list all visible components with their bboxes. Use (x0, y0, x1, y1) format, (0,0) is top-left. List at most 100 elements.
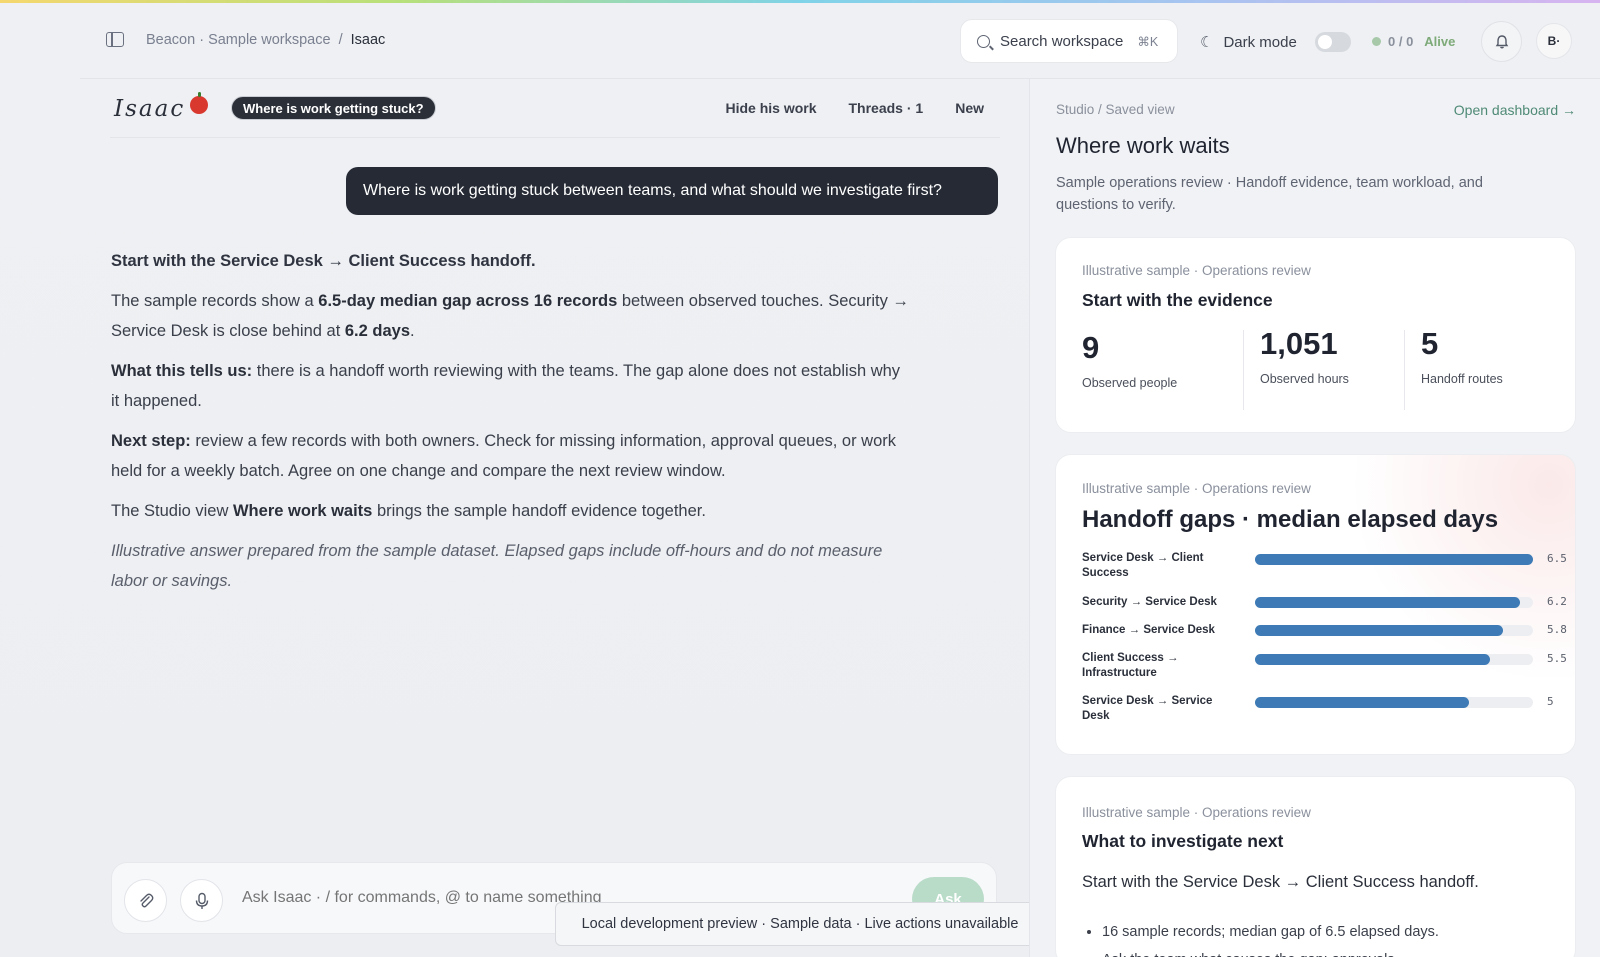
investigate-lead: Start with the Service Desk → Client Suc… (1082, 873, 1479, 891)
bar-label: Service Desk → Client Success (1082, 552, 1204, 579)
card-title: Start with the evidence (1082, 290, 1273, 310)
bar (1255, 625, 1503, 636)
stat-routes: 5 Handoff routes (1421, 326, 1503, 406)
paperclip-icon (139, 893, 153, 907)
bar-track (1255, 597, 1533, 608)
stat-hours: 1,051 Observed hours (1260, 326, 1349, 406)
card-kicker: Illustrative sample · Operations review (1082, 805, 1311, 820)
answer-label: What this tells us: (111, 362, 253, 380)
status-count: 0 / 0 (1388, 34, 1414, 49)
bar-label: Client Success → Infrastructure (1082, 652, 1179, 679)
card-kicker: Illustrative sample · Operations review (1082, 263, 1311, 278)
chart-title: Handoff gaps · median elapsed days (1082, 506, 1499, 533)
top-bar: Beacon · Sample workspace / Isaac Search… (80, 3, 1600, 79)
card-title: What to investigate next (1082, 831, 1284, 851)
dark-mode-toggle[interactable] (1314, 32, 1351, 52)
status-dot (1372, 37, 1381, 46)
stat-label: Observed hours (1260, 372, 1349, 386)
status-indicator: 0 / 0 Alive (1372, 34, 1455, 49)
answer-paragraph: Next step: review a few records with bot… (111, 426, 911, 486)
microphone-icon (195, 892, 208, 909)
answer-label: Next step: (111, 432, 191, 450)
bar-track (1255, 654, 1533, 665)
stat-value: 1,051 (1260, 326, 1338, 361)
voice-button[interactable] (180, 879, 223, 922)
answer-disclaimer: Illustrative answer prepared from the sa… (111, 542, 883, 590)
stat-divider (1404, 330, 1405, 410)
bar-value-label: 5 (1547, 695, 1554, 708)
card-kicker: Illustrative sample · Operations review (1082, 481, 1311, 496)
bar-value-label: 6.5 (1547, 552, 1567, 565)
isaac-logo: Isaac (114, 96, 186, 122)
assistant-answer: Start with the Service Desk → Client Suc… (111, 246, 911, 606)
bar-track (1255, 554, 1533, 565)
handoff-chart-card: Illustrative sample · Operations review … (1055, 454, 1576, 755)
bar-track (1255, 625, 1533, 636)
dark-mode-control: ☾ Dark mode (1200, 32, 1351, 52)
chat-header: Isaac Where is work getting stuck? Hide … (110, 92, 990, 132)
answer-emphasis: 6.2 days (344, 322, 411, 340)
sidebar-icon[interactable] (106, 32, 124, 47)
studio-subtitle: Sample operations review · Handoff evide… (1056, 175, 1483, 213)
investigate-card: Illustrative sample · Operations review … (1055, 776, 1576, 957)
answer-paragraph: What this tells us: there is a handoff w… (111, 356, 911, 416)
preview-toast: Local development preview · Sample data … (555, 902, 1045, 946)
answer-paragraph: The Studio view Where work waits brings … (111, 496, 911, 526)
answer-text: review a few records with both owners. C… (111, 432, 897, 480)
search-button[interactable]: Search workspace ⌘K (960, 19, 1178, 63)
stat-value: 9 (1082, 330, 1100, 365)
stat-divider (1243, 330, 1244, 410)
answer-text: . (410, 322, 415, 340)
breadcrumb-current: Isaac (350, 32, 386, 48)
list-item: Ask the team what causes the gap: approv… (1102, 946, 1542, 957)
answer-text: brings the sample handoff evidence toget… (372, 502, 706, 520)
breadcrumb-workspace[interactable]: Beacon · Sample workspace (146, 32, 331, 48)
answer-text: The sample records show a (111, 292, 319, 310)
bar-row: Service Desk → Client Success 6.5 (1082, 551, 1567, 585)
search-icon (977, 34, 990, 48)
bar-label: Finance → Service Desk (1082, 624, 1215, 636)
answer-text: The Studio view (111, 502, 233, 520)
stat-label: Handoff routes (1421, 372, 1503, 386)
new-thread-button[interactable]: New (955, 100, 984, 116)
studio-view-link[interactable]: Where work waits (233, 502, 372, 520)
investigate-list: 16 sample records; median gap of 6.5 ela… (1102, 918, 1542, 957)
dark-mode-label: Dark mode (1223, 33, 1297, 51)
open-dashboard-link[interactable]: Open dashboard → (1454, 102, 1576, 118)
breadcrumb: Beacon · Sample workspace / Isaac (146, 32, 385, 48)
studio-title: Where work waits (1056, 133, 1230, 158)
chat-divider (110, 137, 1000, 138)
bar-value-label: 5.5 (1547, 652, 1567, 665)
answer-emphasis: 6.5-day median gap across 16 records (318, 292, 618, 310)
notifications-button[interactable] (1481, 21, 1522, 62)
bar-value-label: 6.2 (1547, 595, 1567, 608)
bar (1255, 697, 1469, 708)
stat-people: 9 Observed people (1082, 330, 1177, 410)
attach-button[interactable] (124, 879, 167, 922)
moon-icon: ☾ (1200, 34, 1214, 51)
stat-value: 5 (1421, 326, 1439, 361)
threads-button[interactable]: Threads · 1 (849, 100, 924, 116)
bar (1255, 597, 1520, 608)
stat-label: Observed people (1082, 376, 1178, 390)
studio-breadcrumb[interactable]: Studio / Saved view (1056, 102, 1175, 117)
avatar[interactable]: B· (1536, 23, 1572, 59)
bell-icon (1495, 34, 1508, 48)
topic-pill[interactable]: Where is work getting stuck? (231, 96, 436, 120)
evidence-card: Illustrative sample · Operations review … (1055, 237, 1576, 433)
bar-track (1255, 697, 1533, 708)
breadcrumb-separator: / (338, 32, 343, 48)
bar (1255, 654, 1490, 665)
bar-label: Service Desk → Service Desk (1082, 695, 1213, 722)
status-label: Alive (1424, 34, 1456, 49)
search-shortcut: ⌘K (1137, 34, 1159, 49)
bar-label: Security → Service Desk (1082, 596, 1217, 608)
bar-row: Client Success → Infrastructure 5.5 (1082, 651, 1567, 685)
hide-work-button[interactable]: Hide his work (725, 100, 816, 116)
bar-row: Service Desk → Service Desk 5 (1082, 694, 1554, 728)
chat-actions: Hide his work Threads · 1 New (725, 100, 984, 116)
bar-value-label: 5.8 (1547, 623, 1567, 636)
search-label: Search workspace (1000, 32, 1124, 50)
bar (1255, 554, 1533, 565)
apple-icon (190, 92, 208, 114)
